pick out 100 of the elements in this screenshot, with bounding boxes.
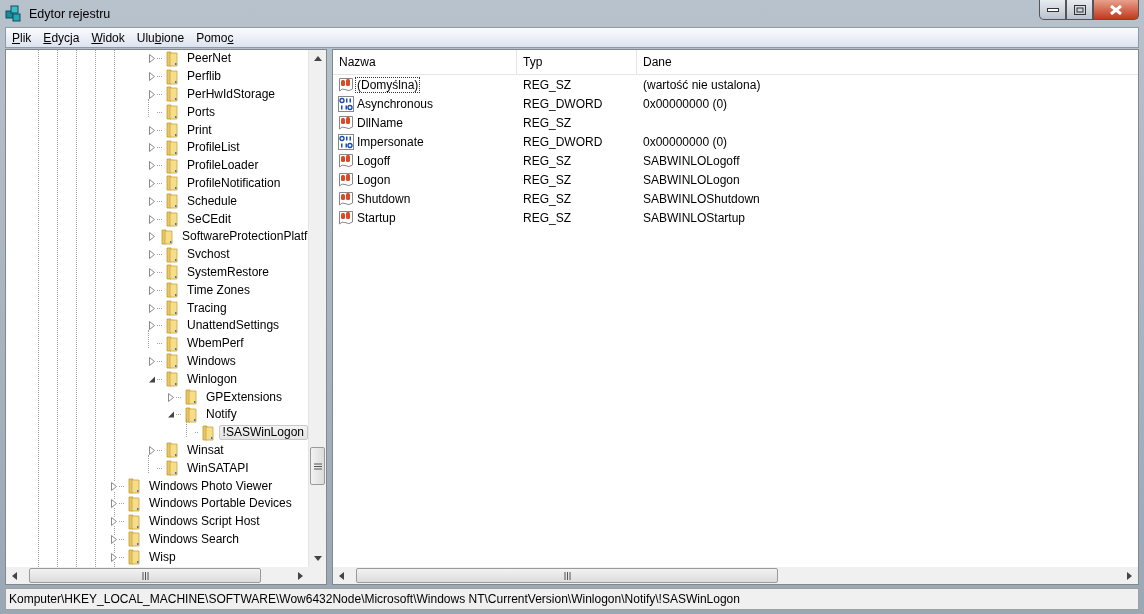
expand-arrow-icon[interactable] — [148, 285, 156, 295]
column-header[interactable]: Typ — [517, 50, 637, 74]
folder-icon — [126, 513, 142, 530]
expand-arrow-icon[interactable] — [110, 534, 118, 544]
folder-icon — [164, 50, 180, 67]
folder-icon — [183, 406, 199, 423]
scroll-left-icon[interactable] — [12, 571, 17, 580]
close-button[interactable] — [1093, 0, 1139, 20]
expand-arrow-icon[interactable] — [110, 552, 118, 562]
folder-icon — [164, 282, 180, 299]
value-name[interactable]: Logoff — [355, 152, 393, 169]
scroll-right-icon[interactable] — [298, 571, 303, 580]
value-name[interactable]: Shutdown — [355, 190, 413, 207]
value-name[interactable]: Logon — [355, 171, 393, 188]
expand-arrow-icon[interactable] — [110, 499, 118, 509]
folder-icon — [164, 353, 180, 370]
menu-item[interactable]: Pomoc — [190, 28, 240, 47]
expand-arrow-icon[interactable] — [148, 232, 156, 242]
expand-arrow-icon[interactable] — [148, 54, 156, 64]
expand-arrow-icon[interactable] — [110, 517, 118, 527]
status-path: Komputer\HKEY_LOCAL_MACHINE\SOFTWARE\Wow6432Node\Microsoft\Windows NT\CurrentVersion\Winlogon\Notify\!SASWinLogon — [9, 592, 740, 606]
value-type: REG_SZ — [523, 191, 571, 206]
expand-arrow-icon[interactable] — [148, 178, 156, 188]
folder-icon — [126, 549, 142, 566]
expand-arrow-icon[interactable] — [148, 196, 156, 206]
folder-icon — [164, 104, 180, 121]
value-name[interactable]: Startup — [355, 209, 398, 226]
expand-arrow-icon[interactable] — [148, 445, 156, 455]
maximize-button[interactable] — [1066, 0, 1093, 20]
expand-arrow-icon[interactable] — [148, 143, 156, 153]
scroll-down-icon[interactable] — [313, 556, 322, 561]
value-type: REG_SZ — [523, 172, 571, 187]
horizontal-scrollbar[interactable] — [333, 567, 1138, 584]
expand-arrow-icon[interactable] — [148, 125, 156, 135]
expand-arrow-icon[interactable] — [110, 481, 118, 491]
value-data: SABWINLOLogon — [643, 172, 740, 187]
value-type: REG_SZ — [523, 115, 571, 130]
folder-icon — [126, 495, 142, 512]
folder-icon — [164, 460, 180, 477]
folder-icon — [164, 86, 180, 103]
scroll-up-icon[interactable] — [313, 56, 322, 61]
tree-item[interactable]: !SASWinLogon — [218, 425, 308, 441]
window-title: Edytor rejestru — [29, 6, 111, 21]
close-icon — [1110, 4, 1122, 15]
expand-arrow-icon[interactable] — [148, 250, 156, 260]
folder-icon — [159, 228, 175, 245]
minimize-button[interactable] — [1039, 0, 1066, 20]
scroll-thumb[interactable] — [29, 568, 261, 583]
value-type: REG_SZ — [523, 77, 571, 92]
folder-icon — [183, 389, 199, 406]
value-type: REG_SZ — [523, 210, 571, 225]
folder-icon — [164, 193, 180, 210]
value-data: (wartość nie ustalona) — [643, 77, 761, 92]
folder-icon — [164, 157, 180, 174]
expand-arrow-icon[interactable] — [167, 392, 175, 402]
value-data: SABWINLOShutdown — [643, 191, 760, 206]
expand-arrow-icon[interactable] — [148, 321, 156, 331]
column-header[interactable]: Dane — [637, 50, 1138, 74]
menu-item[interactable]: Plik — [6, 28, 38, 47]
folder-icon — [164, 371, 180, 388]
folder-icon — [164, 264, 180, 281]
expand-arrow-icon[interactable] — [148, 161, 156, 171]
value-type: REG_DWORD — [523, 134, 603, 149]
menu-item[interactable]: Ulubione — [130, 28, 191, 47]
folder-icon — [164, 442, 180, 459]
vertical-scrollbar[interactable] — [308, 50, 326, 567]
menu-item[interactable]: Widok — [85, 28, 131, 47]
expand-arrow-icon[interactable] — [148, 356, 156, 366]
value-name[interactable]: Asynchronous — [355, 95, 436, 112]
folder-icon — [164, 335, 180, 352]
value-name[interactable]: DllName — [355, 114, 405, 131]
folder-icon — [164, 300, 180, 317]
column-header[interactable]: Nazwa — [333, 50, 517, 74]
expand-arrow-icon[interactable] — [148, 267, 156, 277]
scroll-left-icon[interactable] — [339, 571, 344, 580]
scroll-thumb[interactable] — [356, 568, 778, 583]
horizontal-scrollbar[interactable] — [6, 567, 326, 584]
menu-item[interactable]: Edycja — [37, 28, 86, 47]
folder-icon — [164, 68, 180, 85]
value-data: SABWINLOStartup — [643, 210, 746, 225]
value-type: REG_DWORD — [523, 96, 603, 111]
value-name[interactable]: Impersonate — [355, 133, 426, 150]
maximize-icon — [1073, 4, 1086, 15]
expand-arrow-icon[interactable] — [148, 303, 156, 313]
value-type: REG_SZ — [523, 153, 571, 168]
value-data: 0x00000000 (0) — [643, 134, 728, 149]
folder-icon — [164, 175, 180, 192]
value-name[interactable]: (Domyślna) — [355, 76, 421, 93]
expand-arrow-icon[interactable] — [148, 72, 156, 82]
scroll-thumb[interactable] — [310, 447, 325, 485]
value-data: 0x00000000 (0) — [643, 96, 728, 111]
folder-icon — [164, 211, 180, 228]
folder-icon — [164, 139, 180, 156]
expand-arrow-icon[interactable] — [148, 90, 156, 99]
folder-icon — [126, 478, 142, 494]
scroll-right-icon[interactable] — [1127, 571, 1132, 580]
expand-arrow-icon[interactable] — [148, 214, 156, 224]
folder-icon — [199, 424, 216, 441]
folder-icon — [164, 122, 180, 139]
cubes-icon — [5, 4, 23, 23]
